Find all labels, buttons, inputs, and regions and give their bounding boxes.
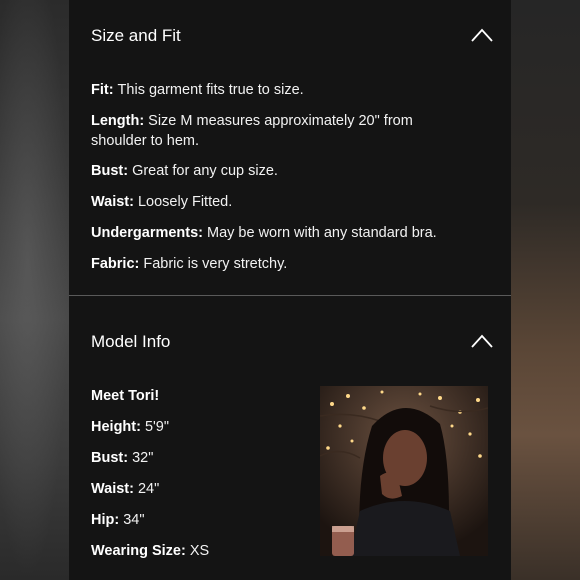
undergarments-row: Undergarments: May be worn with any stand…	[91, 223, 471, 243]
fabric-label: Fabric:	[91, 256, 140, 272]
model-waist-value: 24"	[137, 481, 160, 497]
undergarments-label: Undergarments:	[91, 225, 203, 241]
bust-label: Bust:	[91, 163, 129, 179]
model-intro-text: Meet Tori!	[91, 388, 160, 404]
hip-value: 34"	[123, 512, 145, 528]
waist-label: Waist:	[91, 194, 134, 210]
size-fit-title[interactable]: Size and Fit	[91, 26, 181, 46]
model-waist-row: Waist: 24"	[91, 479, 311, 499]
fabric-row: Fabric: Fabric is very stretchy.	[91, 254, 471, 274]
chevron-up-icon[interactable]	[471, 334, 493, 348]
chevron-up-icon[interactable]	[471, 28, 493, 42]
section-divider	[69, 295, 511, 296]
model-photo	[320, 386, 488, 556]
wearing-size-row: Wearing Size: XS	[91, 541, 311, 561]
model-bust-value: 32"	[132, 450, 154, 466]
background-right	[511, 0, 580, 580]
model-waist-label: Waist:	[91, 481, 134, 497]
height-row: Height: 5'9"	[91, 417, 311, 437]
product-details-panel: Size and Fit Fit: This garment fits true …	[69, 0, 511, 580]
wearing-size-label: Wearing Size:	[91, 543, 186, 559]
fit-row: Fit: This garment fits true to size.	[91, 80, 471, 100]
model-bust-label: Bust:	[91, 450, 129, 466]
waist-value: Loosely Fitted.	[137, 194, 233, 210]
hip-row: Hip: 34"	[91, 510, 311, 530]
model-bust-row: Bust: 32"	[91, 448, 311, 468]
fit-value: This garment fits true to size.	[117, 82, 304, 98]
length-label: Length:	[91, 113, 145, 129]
hip-label: Hip:	[91, 512, 120, 528]
background-left	[0, 0, 69, 580]
model-info-title[interactable]: Model Info	[91, 332, 170, 352]
bust-row: Bust: Great for any cup size.	[91, 161, 471, 181]
bust-value: Great for any cup size.	[132, 163, 278, 179]
length-row: Length: Size M measures approximately 20"…	[91, 111, 461, 151]
fit-label: Fit:	[91, 82, 114, 98]
fabric-value: Fabric is very stretchy.	[143, 256, 288, 272]
height-value: 5'9"	[144, 419, 169, 435]
wearing-size-value: XS	[189, 543, 210, 559]
waist-row: Waist: Loosely Fitted.	[91, 192, 471, 212]
height-label: Height:	[91, 419, 141, 435]
undergarments-value: May be worn with any standard bra.	[207, 225, 437, 241]
